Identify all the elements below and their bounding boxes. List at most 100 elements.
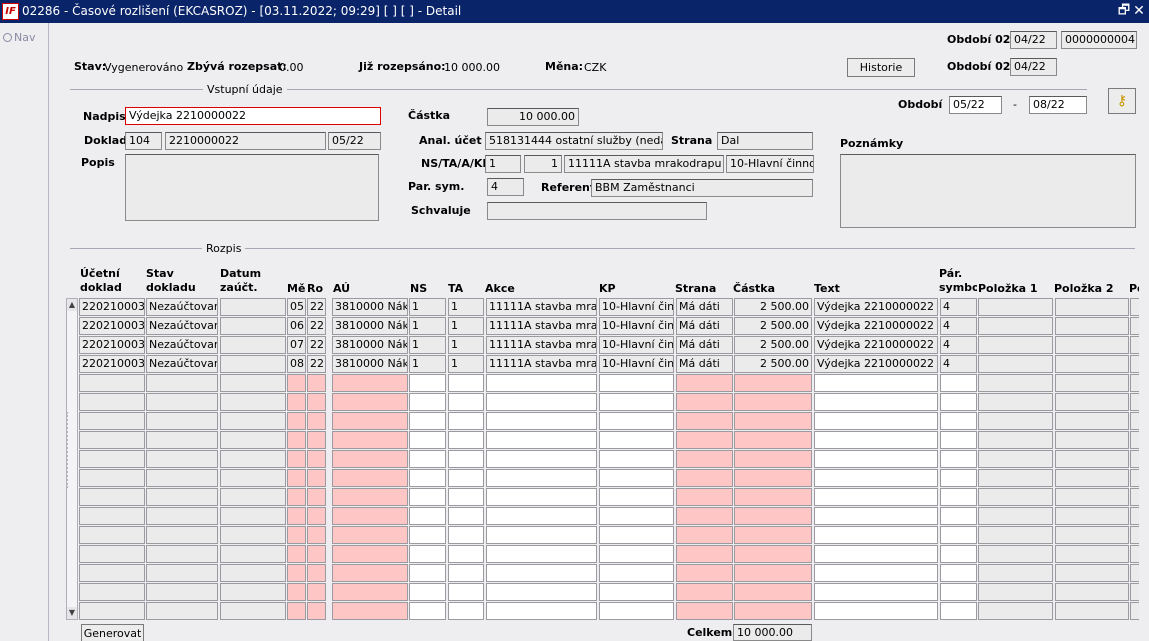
- cell-au[interactable]: [332, 583, 408, 601]
- cell-kp[interactable]: [599, 526, 674, 544]
- cell-stav[interactable]: [146, 450, 218, 468]
- col-header-me[interactable]: Mě: [287, 282, 305, 296]
- cell-kp[interactable]: [599, 450, 674, 468]
- cell-ta[interactable]: [448, 545, 484, 563]
- cell-ta[interactable]: [448, 374, 484, 392]
- cell-ns[interactable]: [409, 450, 446, 468]
- cell-parsym[interactable]: [940, 488, 977, 506]
- cell-doklad[interactable]: [79, 526, 145, 544]
- cell-me[interactable]: [287, 526, 306, 544]
- generovat-button[interactable]: Generovat: [81, 624, 144, 641]
- cell-ns[interactable]: [409, 488, 446, 506]
- cell-kp[interactable]: [599, 507, 674, 525]
- cell-strana[interactable]: [676, 393, 733, 411]
- cell-strana[interactable]: [676, 526, 733, 544]
- cell-parsym[interactable]: [940, 431, 977, 449]
- cell-stav[interactable]: [146, 469, 218, 487]
- cell-ta[interactable]: 1: [448, 355, 484, 373]
- cell-pol1[interactable]: [978, 412, 1053, 430]
- cell-ns[interactable]: [409, 431, 446, 449]
- cell-pol2[interactable]: [1055, 374, 1129, 392]
- cell-parsym[interactable]: 4: [940, 336, 977, 354]
- cell-pol2[interactable]: [1055, 393, 1129, 411]
- cell-ta[interactable]: [448, 412, 484, 430]
- cell-ta[interactable]: [448, 450, 484, 468]
- cell-stav[interactable]: Nezaúčtovaný: [146, 336, 218, 354]
- cell-castka[interactable]: [734, 393, 812, 411]
- cell-text[interactable]: [814, 526, 938, 544]
- col-header-stav[interactable]: Stav dokladu: [146, 267, 196, 295]
- cell-po[interactable]: [1130, 298, 1139, 316]
- cell-castka[interactable]: [734, 602, 812, 620]
- cell-strana[interactable]: [676, 488, 733, 506]
- col-header-castka[interactable]: Částka: [733, 282, 775, 296]
- cell-datum[interactable]: [220, 564, 286, 582]
- cell-ro[interactable]: [307, 583, 326, 601]
- cell-me[interactable]: [287, 469, 306, 487]
- cell-text[interactable]: Výdejka 2210000022: [814, 317, 938, 335]
- cell-pol1[interactable]: [978, 583, 1053, 601]
- cell-stav[interactable]: [146, 507, 218, 525]
- cell-strana[interactable]: [676, 583, 733, 601]
- cell-ns[interactable]: [409, 583, 446, 601]
- cell-datum[interactable]: [220, 431, 286, 449]
- cell-stav[interactable]: [146, 488, 218, 506]
- cell-akce[interactable]: [486, 488, 597, 506]
- cell-ro[interactable]: [307, 412, 326, 430]
- historie-button[interactable]: Historie: [847, 58, 915, 77]
- cell-akce[interactable]: [486, 412, 597, 430]
- cell-ro[interactable]: [307, 431, 326, 449]
- table-row[interactable]: [79, 564, 1139, 582]
- cell-pol2[interactable]: [1055, 355, 1129, 373]
- cell-ns[interactable]: [409, 602, 446, 620]
- col-header-kp[interactable]: KP: [599, 282, 616, 296]
- cell-text[interactable]: [814, 431, 938, 449]
- cell-au[interactable]: 3810000 Náklady: [332, 355, 408, 373]
- anal-ucet-field[interactable]: 518131444 ostatní služby (nedaňov: [485, 132, 663, 150]
- cell-kp[interactable]: [599, 488, 674, 506]
- cell-strana[interactable]: [676, 545, 733, 563]
- cell-ta[interactable]: [448, 507, 484, 525]
- cell-ro[interactable]: [307, 602, 326, 620]
- cell-castka[interactable]: [734, 431, 812, 449]
- cell-pol2[interactable]: [1055, 431, 1129, 449]
- cell-ro[interactable]: [307, 507, 326, 525]
- cell-stav[interactable]: [146, 431, 218, 449]
- cell-doklad[interactable]: [79, 488, 145, 506]
- parsym-field[interactable]: 4: [487, 178, 524, 196]
- cell-stav[interactable]: [146, 374, 218, 392]
- cell-pol2[interactable]: [1055, 450, 1129, 468]
- col-header-text[interactable]: Text: [814, 282, 840, 296]
- cell-po[interactable]: [1130, 602, 1139, 620]
- cell-ta[interactable]: [448, 393, 484, 411]
- cell-pol1[interactable]: [978, 469, 1053, 487]
- cell-me[interactable]: 05: [287, 298, 306, 316]
- cell-pol1[interactable]: [978, 545, 1053, 563]
- cell-castka[interactable]: 2 500.00: [734, 336, 812, 354]
- cell-ro[interactable]: [307, 374, 326, 392]
- cell-au[interactable]: [332, 374, 408, 392]
- cell-pol1[interactable]: [978, 450, 1053, 468]
- cell-parsym[interactable]: [940, 526, 977, 544]
- schvaluje-field[interactable]: [487, 202, 707, 220]
- cell-stav[interactable]: [146, 602, 218, 620]
- cell-datum[interactable]: [220, 393, 286, 411]
- cell-parsym[interactable]: 4: [940, 298, 977, 316]
- cell-doklad[interactable]: [79, 602, 145, 620]
- cell-text[interactable]: Výdejka 2210000022: [814, 298, 938, 316]
- cell-parsym[interactable]: [940, 393, 977, 411]
- cell-au[interactable]: [332, 526, 408, 544]
- poznamky-textarea[interactable]: [840, 154, 1136, 228]
- col-header-po[interactable]: Po: [1129, 282, 1139, 296]
- cell-datum[interactable]: [220, 545, 286, 563]
- cell-strana[interactable]: [676, 564, 733, 582]
- cell-strana[interactable]: [676, 469, 733, 487]
- cell-akce[interactable]: [486, 526, 597, 544]
- cell-doklad[interactable]: [79, 412, 145, 430]
- cell-au[interactable]: 3810000 Náklady: [332, 298, 408, 316]
- col-header-ns[interactable]: NS: [410, 282, 427, 296]
- cell-text[interactable]: [814, 602, 938, 620]
- cell-strana[interactable]: [676, 374, 733, 392]
- cell-ns[interactable]: [409, 526, 446, 544]
- cell-pol2[interactable]: [1055, 298, 1129, 316]
